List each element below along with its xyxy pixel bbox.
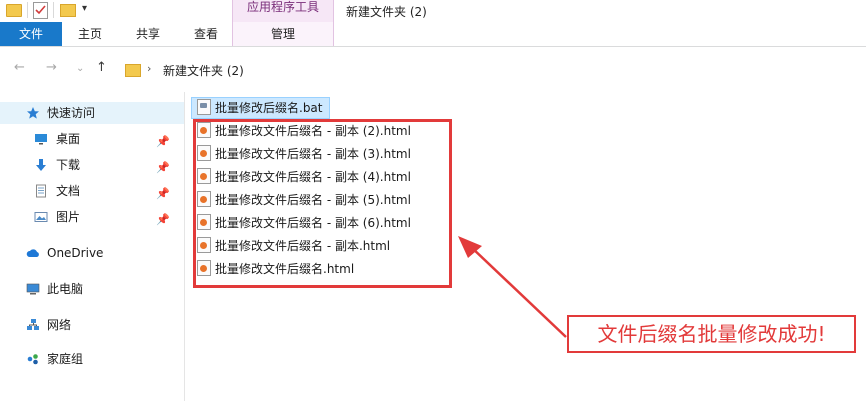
- annotation-callout: 文件后缀名批量修改成功!: [567, 315, 856, 353]
